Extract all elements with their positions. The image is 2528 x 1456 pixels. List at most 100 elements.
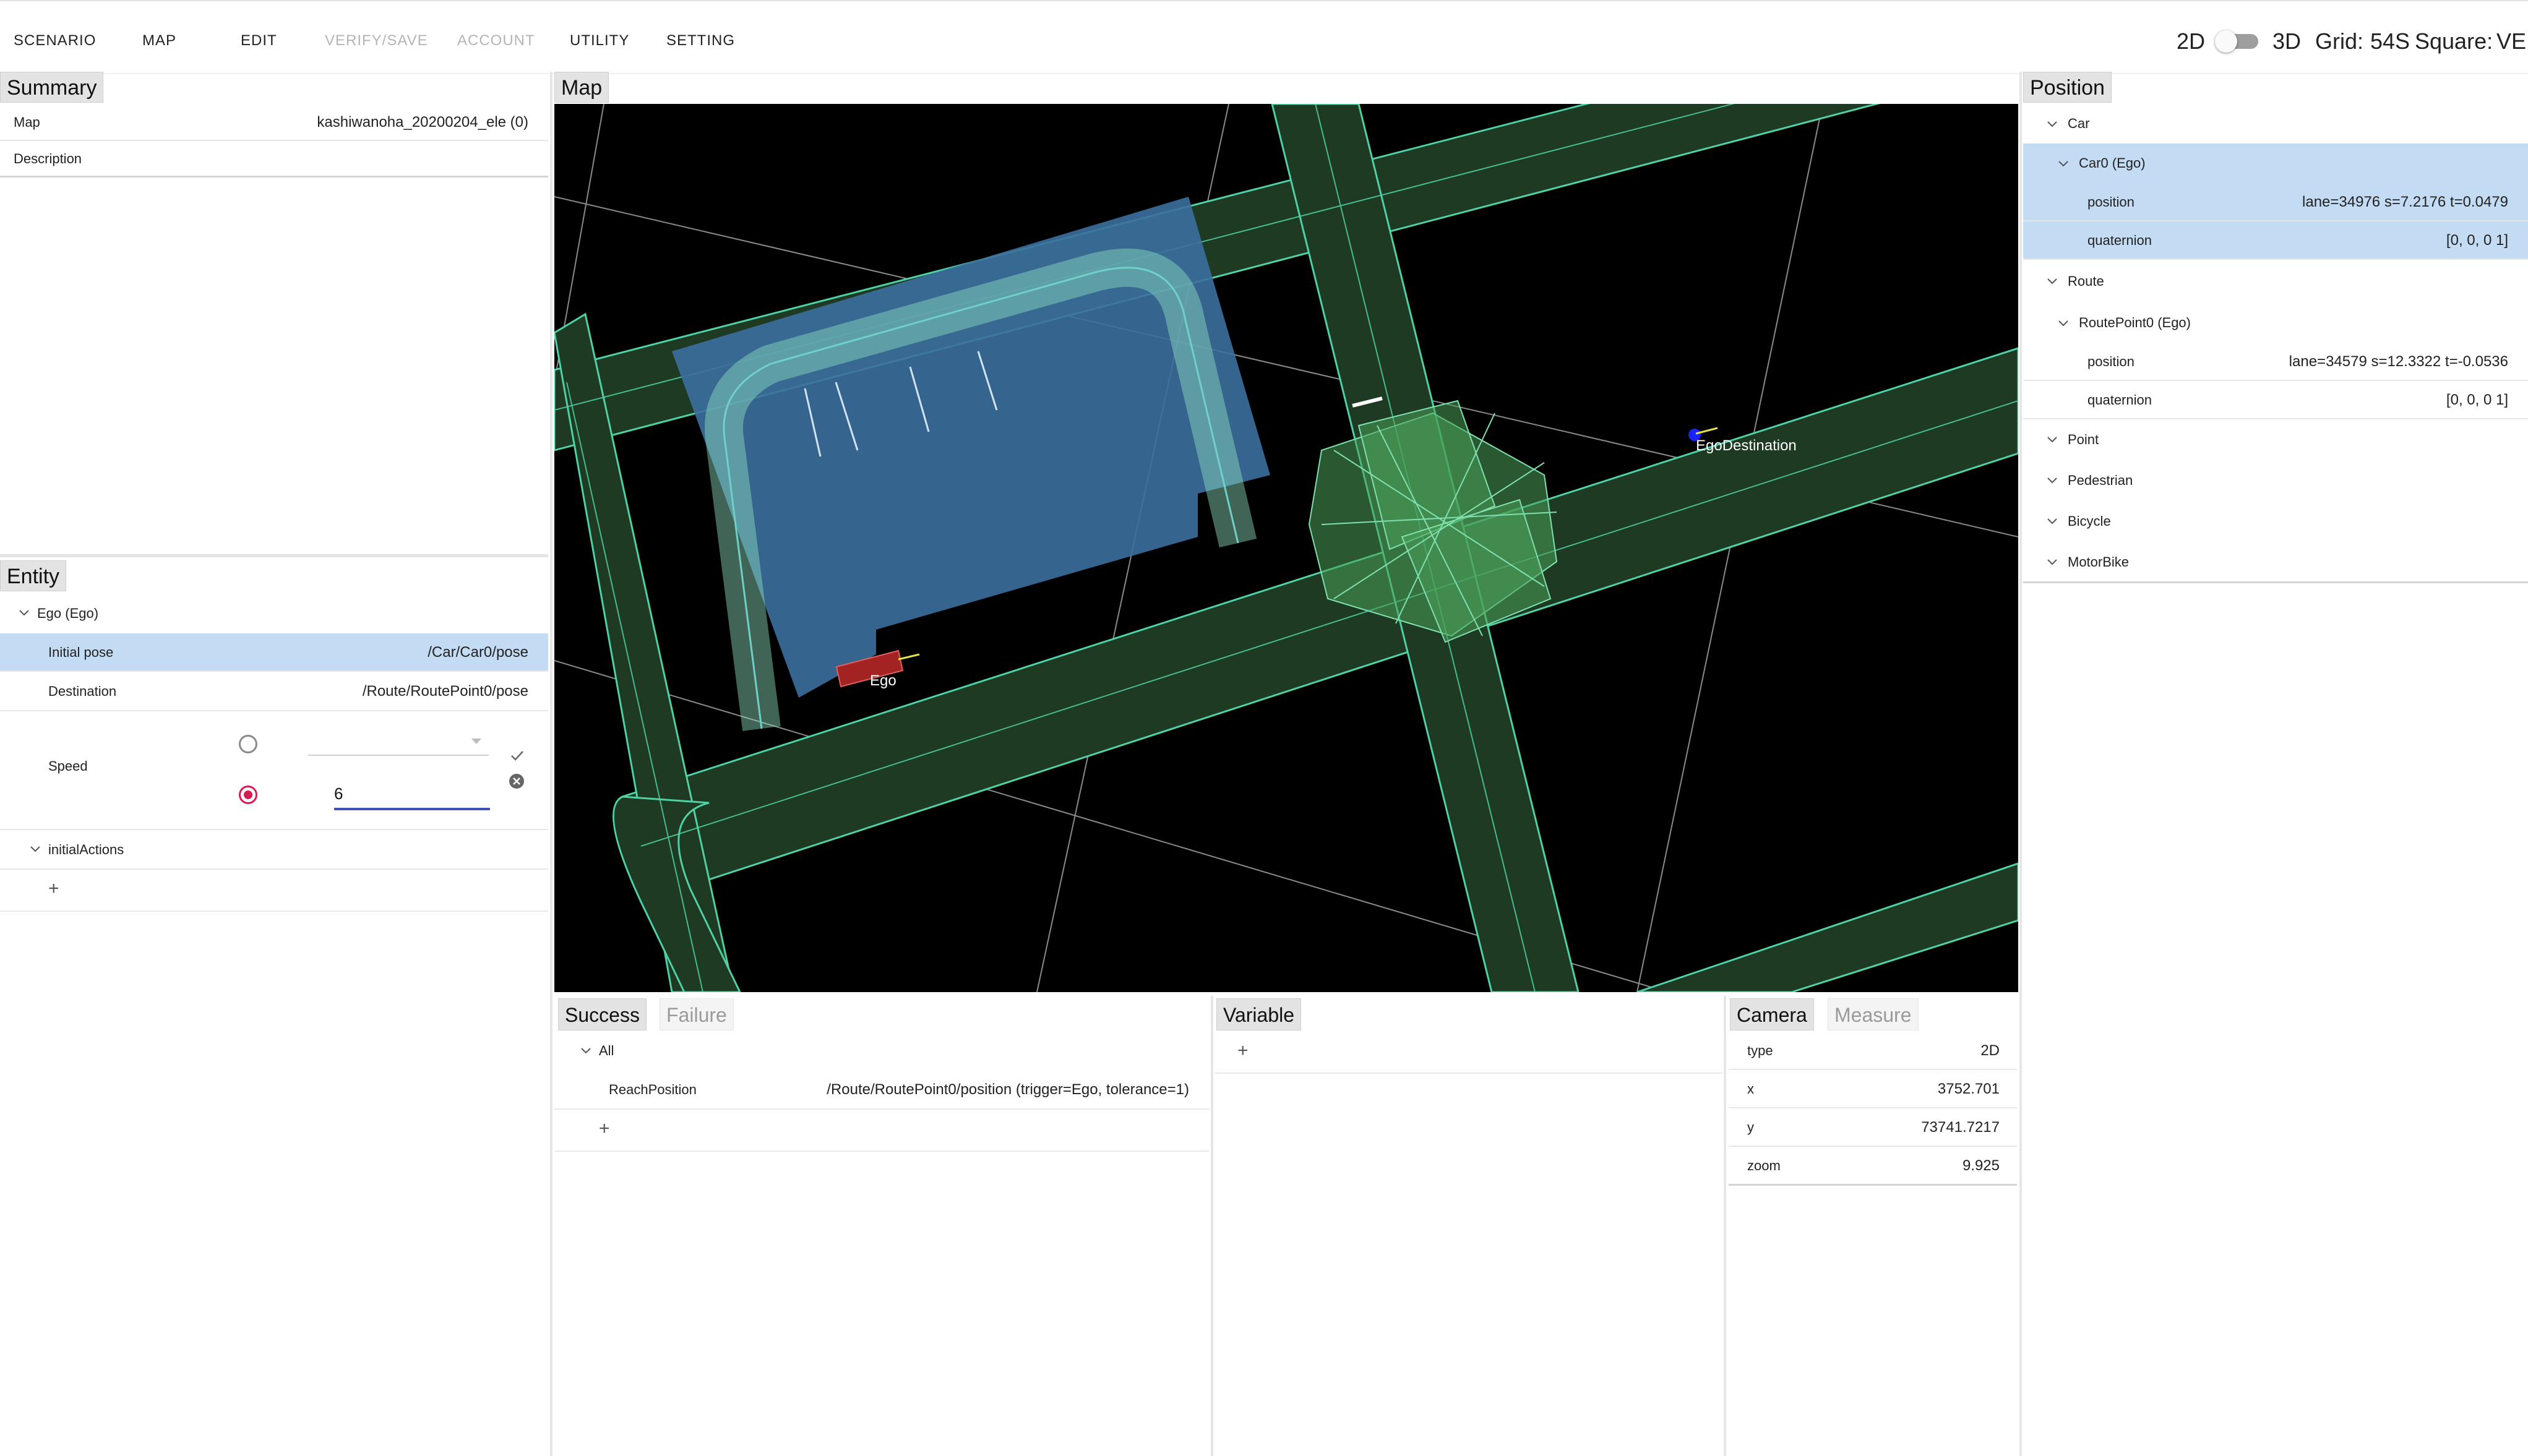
chevron-down-icon[interactable] [2058, 160, 2069, 168]
chevron-down-icon[interactable] [2047, 120, 2058, 129]
car-node-label: Car [2068, 116, 2090, 131]
reach-position-value: /Route/RoutePoint0/position (trigger=Ego… [827, 1081, 1189, 1098]
bottom-divider-1[interactable] [1211, 996, 1213, 1456]
condition-reach-position-row[interactable]: ReachPosition /Route/RoutePoint0/positio… [554, 1070, 1209, 1110]
car0-quaternion-key: quaternion [2087, 233, 2152, 248]
menu-verify-save[interactable]: VERIFY/SAVE [325, 32, 428, 49]
pedestrian-node-label: Pedestrian [2068, 473, 2133, 488]
summary-row-description[interactable]: Description [0, 141, 548, 177]
speed-option-select-radio[interactable] [239, 735, 257, 753]
menu-account[interactable]: ACCOUNT [457, 32, 535, 49]
ego-label: Ego [870, 672, 896, 689]
chevron-down-icon[interactable] [2047, 517, 2058, 526]
tab-failure[interactable]: Failure [660, 998, 734, 1030]
camera-zoom-row: zoom 9.925 [1729, 1147, 2017, 1185]
entity-ego-node[interactable]: Ego (Ego) [0, 594, 548, 633]
position-bicycle-node[interactable]: Bicycle [2023, 501, 2528, 542]
menu-setting[interactable]: SETTING [666, 32, 735, 49]
rp-quaternion-row[interactable]: quaternion [0, 0, 0 1] [2023, 381, 2528, 419]
toggle-thumb [2215, 30, 2237, 53]
chevron-down-icon[interactable] [2047, 476, 2058, 485]
rp-quaternion-key: quaternion [2087, 392, 2152, 408]
menu-scenario[interactable]: SCENARIO [14, 32, 96, 49]
camera-y-row: y 73741.7217 [1729, 1108, 2017, 1147]
camera-type-row: type 2D [1729, 1032, 2017, 1070]
bottom-divider-2[interactable] [1724, 996, 1726, 1456]
position-pedestrian-node[interactable]: Pedestrian [2023, 460, 2528, 501]
chevron-down-icon[interactable] [30, 845, 41, 854]
view-mode-toggle[interactable] [2215, 30, 2261, 53]
speed-select-field[interactable] [308, 739, 489, 756]
map-canvas[interactable]: Ego EgoDestination [554, 104, 2018, 992]
check-icon[interactable] [510, 750, 525, 762]
summary-map-value: kashiwanoha_20200204_ele (0) [317, 114, 528, 131]
entity-row-destination[interactable]: Destination /Route/RoutePoint0/pose [0, 672, 548, 711]
add-variable-button[interactable]: + [1237, 1040, 1249, 1061]
reach-position-key: ReachPosition [609, 1082, 697, 1097]
position-route-node[interactable]: Route [2023, 260, 2528, 303]
menu-utility[interactable]: UTILITY [570, 32, 629, 49]
car0-position-key: position [2087, 194, 2135, 210]
square-value: VE [2496, 28, 2527, 54]
add-action-button[interactable]: + [48, 878, 59, 899]
chevron-down-icon[interactable] [2047, 558, 2058, 567]
camera-zoom-key: zoom [1747, 1158, 1781, 1173]
add-condition-button[interactable]: + [599, 1118, 610, 1139]
position-car-node[interactable]: Car [2023, 104, 2528, 143]
tab-variable[interactable]: Variable [1216, 998, 1302, 1030]
tab-camera[interactable]: Camera [1730, 998, 1814, 1030]
condition-all-label: All [599, 1043, 614, 1058]
chevron-down-icon[interactable] [2047, 435, 2058, 444]
menu-edit[interactable]: EDIT [241, 32, 277, 49]
entity-row-speed: Speed 6 [0, 711, 548, 830]
dropdown-arrow-icon[interactable] [471, 739, 481, 745]
routepoint0-node-label: RoutePoint0 (Ego) [2079, 315, 2191, 330]
speed-input-value: 6 [334, 784, 343, 803]
rp-quaternion-value: [0, 0, 0 1] [2446, 392, 2508, 408]
rp-position-key: position [2087, 354, 2135, 369]
car0-quaternion-value: [0, 0, 0 1] [2446, 232, 2508, 249]
position-routepoint0-node[interactable]: RoutePoint0 (Ego) [2023, 303, 2528, 343]
condition-all-node[interactable]: All [554, 1032, 1209, 1070]
tab-summary[interactable]: Summary [0, 72, 104, 103]
camera-y-value: 73741.7217 [1921, 1119, 2000, 1136]
summary-description-key: Description [14, 151, 82, 166]
position-motorbike-node[interactable]: MotorBike [2023, 542, 2528, 583]
top-menu-bar: SCENARIO MAP EDIT VERIFY/SAVE ACCOUNT UT… [0, 0, 2528, 74]
camera-divider [1729, 1184, 2017, 1186]
position-car0-node[interactable]: Car0 (Ego) [2023, 143, 2528, 183]
map-drawing[interactable]: Ego EgoDestination [554, 104, 2018, 992]
speed-value-input[interactable]: 6 [334, 781, 490, 810]
chevron-down-icon[interactable] [19, 609, 30, 617]
menu-map[interactable]: MAP [142, 32, 176, 49]
summary-row-map: Map kashiwanoha_20200204_ele (0) [0, 104, 548, 141]
square-label: Square: [2415, 28, 2493, 54]
chevron-down-icon[interactable] [580, 1047, 591, 1055]
tab-success[interactable]: Success [558, 998, 647, 1030]
car0-quaternion-row[interactable]: quaternion [0, 0, 0 1] [2023, 221, 2528, 260]
clear-icon[interactable] [509, 773, 525, 789]
speed-option-value-radio[interactable] [239, 786, 257, 804]
tab-map[interactable]: Map [554, 72, 609, 103]
summary-entity-resizer[interactable] [0, 554, 548, 557]
condition-add-row: + [554, 1110, 1209, 1152]
ego-destination-label: EgoDestination [1696, 437, 1797, 454]
left-column-divider[interactable] [550, 72, 552, 1456]
tab-entity[interactable]: Entity [0, 560, 67, 591]
entity-row-initial-pose[interactable]: Initial pose /Car/Car0/pose [0, 633, 548, 672]
camera-x-row: x 3752.701 [1729, 1070, 2017, 1108]
grid-value: 54S [2370, 28, 2410, 54]
right-column-divider[interactable] [2019, 72, 2022, 1456]
summary-divider [0, 176, 548, 178]
point-node-label: Point [2068, 432, 2099, 447]
rp-position-row[interactable]: position lane=34579 s=12.3322 t=-0.0536 [2023, 343, 2528, 381]
position-point-node[interactable]: Point [2023, 419, 2528, 460]
tab-measure[interactable]: Measure [1828, 998, 1919, 1030]
car0-position-row[interactable]: position lane=34976 s=7.2176 t=0.0479 [2023, 183, 2528, 221]
chevron-down-icon[interactable] [2047, 277, 2058, 286]
tab-position[interactable]: Position [2023, 72, 2112, 103]
motorbike-node-label: MotorBike [2068, 554, 2130, 570]
chevron-down-icon[interactable] [2058, 319, 2069, 328]
entity-initial-actions-node[interactable]: initialActions [0, 830, 548, 870]
view-2d-label: 2D [2177, 28, 2206, 54]
